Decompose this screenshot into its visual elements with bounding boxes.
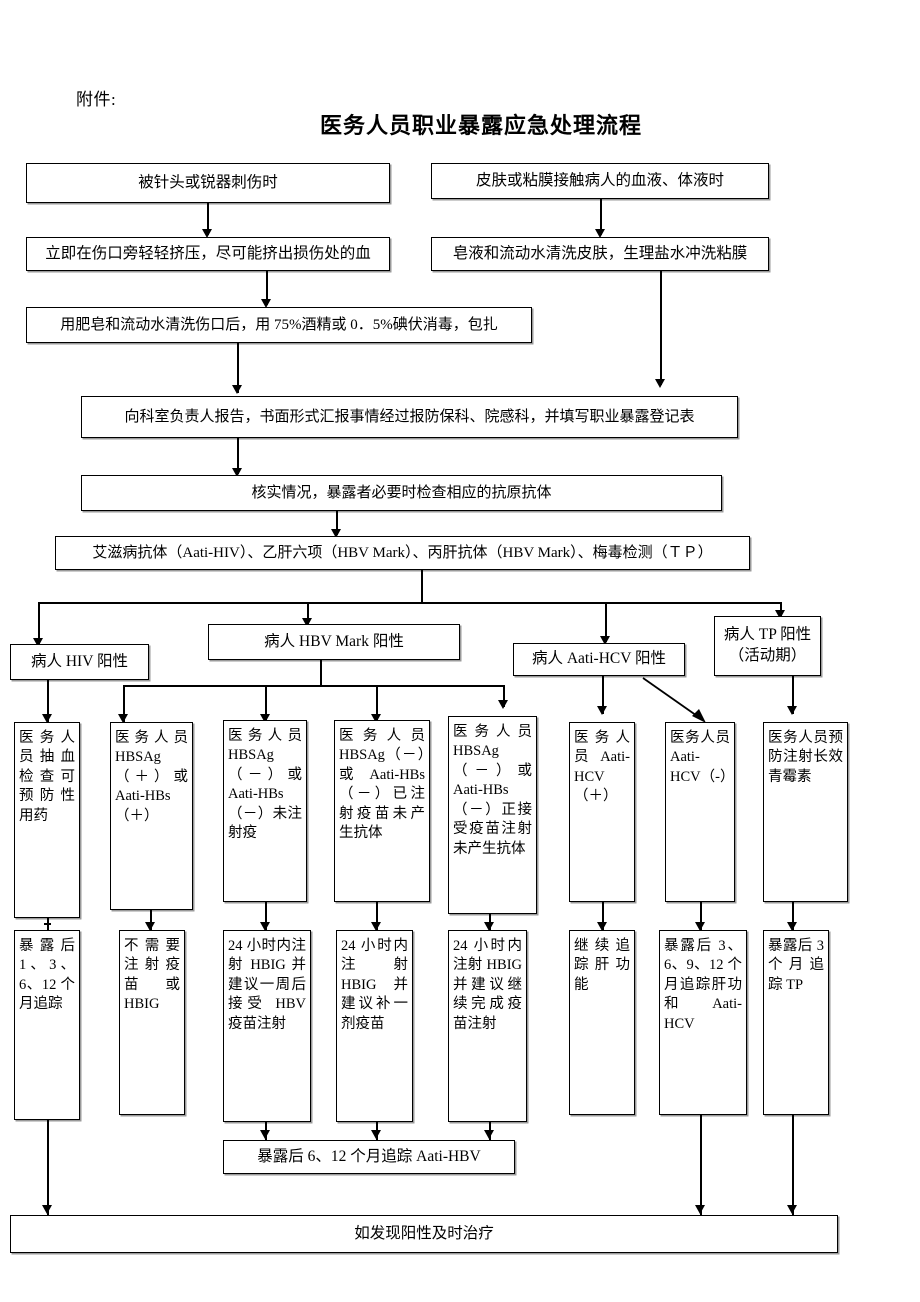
arrowhead-n4-n6 xyxy=(655,379,665,388)
arrowhead-r3-to-f1 xyxy=(260,1130,270,1139)
arrowhead-r8-to-f2 xyxy=(787,1205,797,1214)
node-wash-skin: 皂液和流动水清洗皮肤，生理盐水冲洗粘膜 xyxy=(431,237,769,271)
node-r8-followup-tp-3month: 暴露后 3 个月追踪 TP xyxy=(763,930,829,1115)
node-disinfect-wound: 用肥皂和流动水清洗伤口后，用 75%酒精或 0．5%碘伏消毒，包扎 xyxy=(26,307,532,343)
connector-hcv-to-m7-diagonal xyxy=(642,677,706,723)
node-r3-hbig-plus-vaccine-1week: 24 小时内注射 HBIG 并建议一周后接受 HBV 疫苗注射 xyxy=(223,930,311,1122)
branch-hiv-positive: 病人 HIV 阳性 xyxy=(10,644,149,680)
node-m2-hbsag-positive: 医务人员 HBSAg（＋）或 Aati-HBs（＋） xyxy=(110,722,193,910)
node-report-to-dept: 向科室负责人报告，书面形式汇报事情经过报防保科、院感科，并填写职业暴露登记表 xyxy=(81,396,738,438)
tick-m1-r1 xyxy=(44,923,51,925)
node-r6-monitor-liver: 继续追踪肝功能 xyxy=(569,930,635,1115)
node-skin-mucosa-contact: 皮肤或粘膜接触病人的血液、体液时 xyxy=(431,163,769,199)
node-m4-vaccinated-no-antibody: 医务人员 HBSAg（－）或 Aati-HBs（－）已注射疫苗未产生抗体 xyxy=(334,720,430,902)
attachment-label: 附件: xyxy=(76,90,117,109)
node-r2-no-vaccine-needed: 不需要注射疫苗或 HBIG xyxy=(119,930,185,1115)
arrowhead-hcv-to-m6 xyxy=(597,706,607,715)
branch-hcv-positive: 病人 Aati-HCV 阳性 xyxy=(513,643,685,676)
connector-fanout-bus xyxy=(38,602,781,604)
connector-hbv-substem xyxy=(320,660,322,686)
arrowhead-hbv-to-m5 xyxy=(498,700,508,709)
connector-n4-n6 xyxy=(660,271,662,385)
node-squeeze-wound: 立即在伤口旁轻轻挤压，尽可能挤出损伤处的血 xyxy=(26,237,390,271)
connector-n8-fanout-stem xyxy=(421,570,423,603)
node-m5-receiving-vaccine: 医务人员 HBSAg（－）或 Aati-HBs（－）正接受疫苗注射未产生抗体 xyxy=(448,716,537,914)
page-title: 医务人员职业暴露应急处理流程 xyxy=(319,113,642,138)
branch-hbv-mark-positive: 病人 HBV Mark 阳性 xyxy=(208,624,460,660)
arrowhead-r5-to-f1 xyxy=(484,1130,494,1139)
node-m6-hcv-positive: 医务人员 Aati-HCV（＋） xyxy=(569,722,635,902)
connector-r7-to-f2 xyxy=(700,1115,702,1216)
connector-r1-to-f2 xyxy=(47,1120,49,1216)
arrowhead-r7-to-f2 xyxy=(695,1205,705,1214)
node-needle-stick: 被针头或锐器刺伤时 xyxy=(26,163,390,203)
node-m3-no-vaccine: 医务人员 HBSAg（－）或 Aati-HBs（－）未注射疫 xyxy=(223,720,307,902)
arrowhead-tp-to-m8 xyxy=(787,706,797,715)
node-f2-treat-if-positive: 如发现阳性及时治疗 xyxy=(10,1215,838,1253)
node-f1-followup-hbv: 暴露后 6、12 个月追踪 Aati-HBV xyxy=(223,1140,515,1174)
node-test-panel: 艾滋病抗体（Aati-HIV）、乙肝六项（HBV Mark）、丙肝抗体（HBV … xyxy=(55,536,750,570)
node-r7-followup-3-6-9-12: 暴露后 3、6、9、12 个月追踪肝功和 Aati-HCV xyxy=(659,930,747,1115)
node-r1-followup-1-3-6-12: 暴露后 1、3、6、12 个月追踪 xyxy=(14,930,80,1120)
connector-r8-to-f2 xyxy=(792,1115,794,1216)
connector-hbv-subbus xyxy=(123,685,503,687)
arrowhead-n5-n6 xyxy=(232,385,242,394)
node-m1-blood-test-prophylaxis: 医务人员抽血检查可预防性用药 xyxy=(14,722,80,918)
arrowhead-r1-to-f2 xyxy=(42,1205,52,1214)
node-m7-hcv-negative: 医务人员 Aati-HCV（-） xyxy=(665,722,735,902)
node-verify-situation: 核实情况，暴露者必要时检查相应的抗原抗体 xyxy=(81,475,722,511)
node-r4-hbig-plus-booster: 24 小时内注射 HBIG 并建议补一剂疫苗 xyxy=(336,930,413,1122)
node-m8-penicillin: 医务人员预防注射长效青霉素 xyxy=(763,722,848,902)
arrowhead-r4-to-f1 xyxy=(371,1130,381,1139)
branch-tp-positive: 病人 TP 阳性（活动期） xyxy=(714,616,821,676)
node-r5-hbig-complete-series: 24 小时内注射 HBIG 并建议继续完成疫苗注射 xyxy=(448,930,527,1122)
flowchart-page: 附件: 医务人员职业暴露应急处理流程 被针头或锐器刺伤时 皮肤或粘膜接触病人的血… xyxy=(0,0,920,1302)
